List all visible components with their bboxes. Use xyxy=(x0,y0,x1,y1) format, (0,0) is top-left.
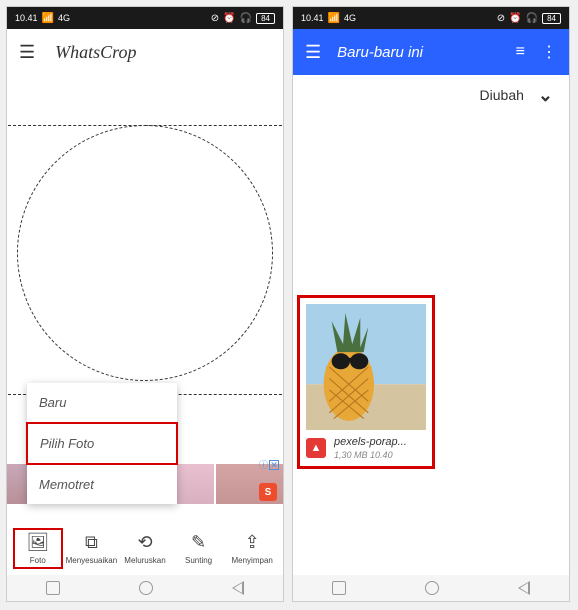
menu-item-pilih-foto[interactable]: Pilih Foto xyxy=(26,422,178,465)
rotate-icon: ⟲ xyxy=(137,532,152,553)
menu-item-memotret[interactable]: Memotret xyxy=(27,465,177,504)
system-nav-bar xyxy=(293,575,569,601)
recents-icon[interactable] xyxy=(46,581,60,595)
app-header: ☰ WhatsCrop xyxy=(7,29,283,75)
pencil-icon: ✎ xyxy=(191,532,206,553)
system-nav-bar xyxy=(7,575,283,601)
status-right: ⊘ ⏰ 🎧 84 xyxy=(211,13,275,24)
battery-indicator: 84 xyxy=(256,13,275,24)
crop-icon: ⧉ xyxy=(85,532,98,553)
tool-menyimpan[interactable]: ⇪ Menyimpan xyxy=(227,532,277,565)
status-time: 10.41 xyxy=(15,13,38,23)
sort-filter-row[interactable]: Diubah ⌄ xyxy=(293,75,569,115)
tool-menyesuaikan[interactable]: ⧉ Menyesuaikan xyxy=(66,532,116,565)
menu-item-baru[interactable]: Baru xyxy=(27,383,177,422)
dnd-icon: ⊘ xyxy=(497,13,505,24)
headphones-icon: 🎧 xyxy=(240,13,252,24)
phone-left: 10.41 📶 4G ⊘ ⏰ 🎧 84 ☰ WhatsCrop ⓘ ✕ S Ba… xyxy=(6,6,284,602)
sort-label: Diubah xyxy=(480,87,524,103)
tool-label: Menyimpan xyxy=(231,556,272,565)
file-grid[interactable]: ▲ pexels-porap... 1,30 MB 10.40 xyxy=(293,115,569,601)
hamburger-icon[interactable]: ☰ xyxy=(305,42,321,63)
alarm-icon: ⏰ xyxy=(509,13,521,24)
phone-right: 10.41 📶 4G ⊘ ⏰ 🎧 84 ☰ Baru-baru ini ≡ ⋮ … xyxy=(292,6,570,602)
page-title: Baru-baru ini xyxy=(337,44,500,61)
battery-indicator: 84 xyxy=(542,13,561,24)
shop-badge-icon[interactable]: S xyxy=(259,483,277,501)
tool-sunting[interactable]: ✎ Sunting xyxy=(174,532,224,565)
tool-label: Meluruskan xyxy=(124,556,165,565)
signal-icon: 📶 xyxy=(42,13,54,24)
status-right: ⊘ ⏰ 🎧 84 xyxy=(497,13,561,24)
file-card[interactable]: ▲ pexels-porap... 1,30 MB 10.40 xyxy=(297,295,435,469)
recents-icon[interactable] xyxy=(332,581,346,595)
ad-close-icon[interactable]: ✕ xyxy=(269,460,279,470)
tool-label: Sunting xyxy=(185,556,212,565)
alarm-icon: ⏰ xyxy=(223,13,235,24)
tool-label: Foto xyxy=(30,556,46,565)
home-icon[interactable] xyxy=(139,581,153,595)
back-icon[interactable] xyxy=(518,581,530,595)
image-file-icon: ▲ xyxy=(306,438,326,458)
image-icon: 🖼 xyxy=(26,532,49,553)
ad-label: ⓘ ✕ xyxy=(259,458,279,471)
ad-info-icon[interactable]: ⓘ xyxy=(259,458,268,471)
app-title: WhatsCrop xyxy=(55,42,136,63)
headphones-icon: 🎧 xyxy=(526,13,538,24)
status-time: 10.41 xyxy=(301,13,324,23)
network-label: 4G xyxy=(344,13,356,23)
home-icon[interactable] xyxy=(425,581,439,595)
dnd-icon: ⊘ xyxy=(211,13,219,24)
file-name: pexels-porap... xyxy=(334,436,426,448)
back-icon[interactable] xyxy=(232,581,244,595)
crop-circle xyxy=(17,125,273,381)
file-info: pexels-porap... 1,30 MB 10.40 xyxy=(334,436,426,460)
file-meta: ▲ pexels-porap... 1,30 MB 10.40 xyxy=(306,436,426,460)
status-bar: 10.41 📶 4G ⊘ ⏰ 🎧 84 xyxy=(7,7,283,29)
signal-icon: 📶 xyxy=(328,13,340,24)
tool-foto[interactable]: 🖼 Foto xyxy=(13,528,63,569)
kebab-menu-icon[interactable]: ⋮ xyxy=(541,42,557,62)
list-view-icon[interactable]: ≡ xyxy=(516,43,525,61)
tool-meluruskan[interactable]: ⟲ Meluruskan xyxy=(120,532,170,565)
chevron-down-icon: ⌄ xyxy=(538,85,553,106)
file-picker-header: ☰ Baru-baru ini ≡ ⋮ xyxy=(293,29,569,75)
network-label: 4G xyxy=(58,13,70,23)
share-icon: ⇪ xyxy=(245,532,260,553)
file-details: 1,30 MB 10.40 xyxy=(334,450,426,460)
file-thumbnail xyxy=(306,304,426,430)
bottom-toolbar: 🖼 Foto ⧉ Menyesuaikan ⟲ Meluruskan ✎ Sun… xyxy=(7,519,283,573)
tool-label: Menyesuaikan xyxy=(66,556,118,565)
photo-menu-popup: Baru Pilih Foto Memotret xyxy=(27,383,177,504)
hamburger-icon[interactable]: ☰ xyxy=(19,42,35,63)
status-left: 10.41 📶 4G xyxy=(301,13,356,24)
status-left: 10.41 📶 4G xyxy=(15,13,70,24)
status-bar: 10.41 📶 4G ⊘ ⏰ 🎧 84 xyxy=(293,7,569,29)
